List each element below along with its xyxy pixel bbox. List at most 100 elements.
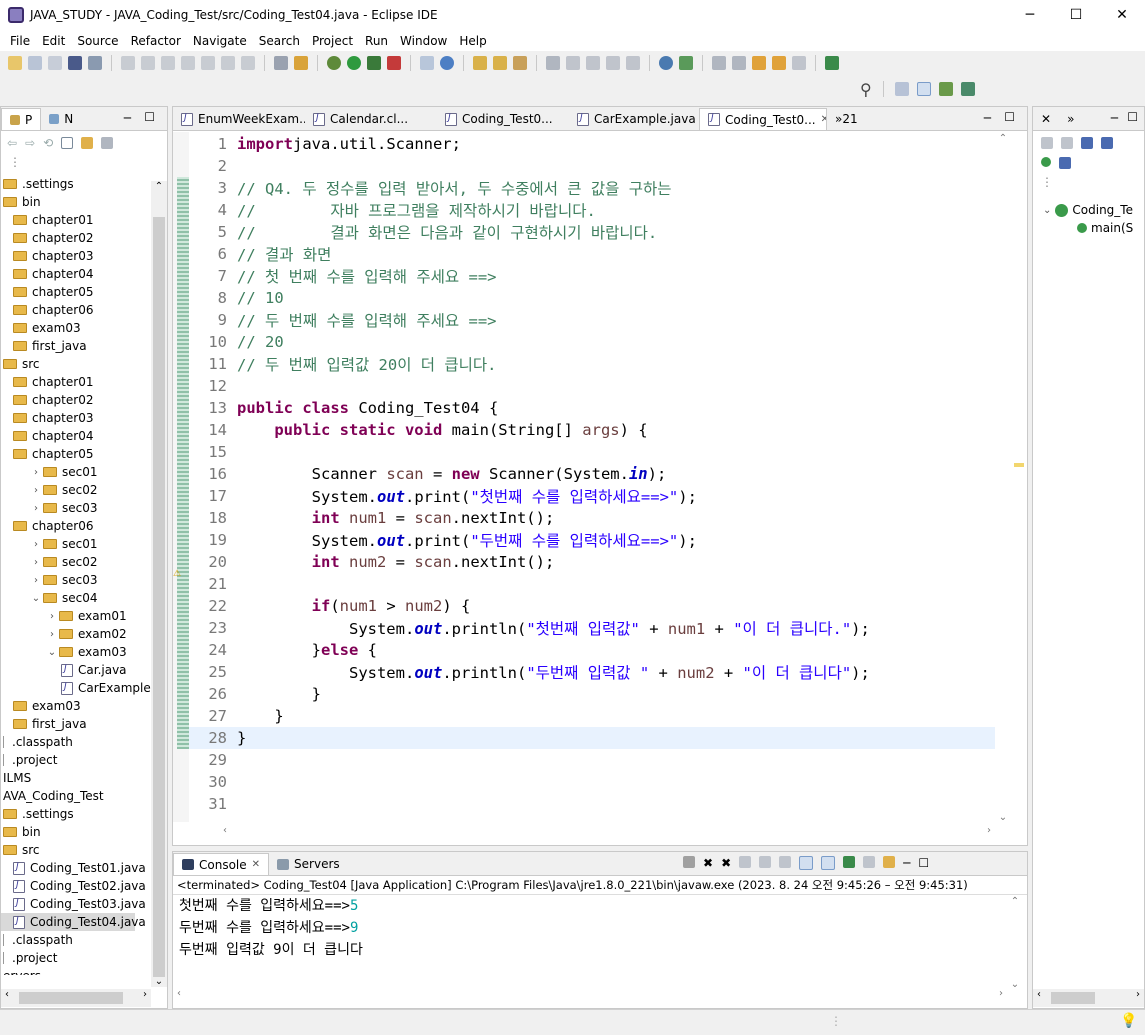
code-line[interactable]: 30 — [189, 771, 995, 793]
code-line[interactable]: 17 System.out.print("첫번째 수를 입력하세요==>"); — [189, 485, 995, 507]
git-perspective-icon[interactable] — [960, 82, 975, 96]
show-stderr-icon[interactable] — [821, 856, 836, 870]
tree-item[interactable]: ervers — [1, 967, 41, 975]
code-line[interactable]: 2 — [189, 155, 995, 177]
code-line[interactable]: 13 public class Coding_Test04 { — [189, 397, 995, 419]
pin-console-icon[interactable] — [843, 856, 856, 868]
code-line[interactable]: 20 int num2 = scan.nextInt(); — [189, 551, 995, 573]
code-line[interactable]: 23 System.out.println("첫번째 입력값" + num1 +… — [189, 617, 995, 639]
hide-nonpublic-icon[interactable] — [1041, 157, 1051, 167]
menu-search[interactable]: Search — [253, 34, 306, 48]
tab-editor-file[interactable]: CarExample.java — [569, 108, 699, 130]
java-perspective-icon[interactable] — [916, 82, 931, 96]
code-line[interactable]: 3 // Q4. 두 정수를 입력 받아서, 두 수중에서 큰 값을 구하는 — [189, 177, 995, 199]
tree-item[interactable]: Coding_Test01.java — [1, 859, 146, 877]
tree-item[interactable]: ILMS — [1, 769, 31, 787]
tree-item[interactable]: › sec03 — [1, 571, 98, 589]
tab-editor-file[interactable]: Calendar.cl... — [305, 108, 437, 130]
tree-item[interactable]: › sec02 — [1, 553, 98, 571]
code-line[interactable]: 4 // 자바 프로그램을 제작하시기 바랍니다. — [189, 199, 995, 221]
hide-local-types-icon[interactable] — [1059, 157, 1071, 169]
tree-item[interactable]: exam03 — [1, 319, 81, 337]
disconnect-icon[interactable] — [181, 56, 195, 70]
forward-icon[interactable]: ⇨ — [25, 136, 35, 150]
tree-item[interactable]: chapter01 — [1, 211, 93, 229]
new-java-project-icon[interactable] — [420, 56, 434, 70]
prev-annotation-icon[interactable] — [732, 56, 746, 70]
tab-overflow[interactable]: » — [1059, 108, 1082, 130]
tab-package-explorer[interactable]: P — [1, 108, 42, 130]
collapse-all-icon[interactable] — [61, 137, 74, 149]
marker-icon[interactable] — [566, 56, 580, 70]
editor-hscrollbar[interactable]: ‹ › — [189, 825, 995, 843]
caret-down-icon[interactable]: ⌄ — [29, 593, 43, 604]
caret-right-icon[interactable]: › — [45, 611, 59, 622]
terminal-icon[interactable] — [68, 56, 82, 70]
run-icon[interactable] — [347, 56, 361, 70]
menu-refactor[interactable]: Refactor — [125, 34, 187, 48]
refresh-icon[interactable] — [679, 56, 693, 70]
minimize-button[interactable]: ─ — [1007, 0, 1053, 30]
code-line[interactable]: 15 — [189, 441, 995, 463]
step-over-icon[interactable] — [221, 56, 235, 70]
explorer-scrollbar[interactable]: ⌃ ⌄ — [151, 181, 167, 987]
code-line[interactable]: 11 // 두 번째 입력값 20이 더 큽니다. — [189, 353, 995, 375]
view-menu-icon[interactable] — [101, 137, 114, 149]
code-line[interactable]: 31 — [189, 793, 995, 815]
code-line[interactable]: 6 // 결과 화면 — [189, 243, 995, 265]
code-line[interactable]: 7 // 첫 번째 수를 입력해 주세요 ==> — [189, 265, 995, 287]
code-line[interactable]: 8 // 10 — [189, 287, 995, 309]
block-selection-icon[interactable] — [606, 56, 620, 70]
caret-right-icon[interactable]: › — [29, 503, 43, 514]
tree-item[interactable]: chapter01 — [1, 373, 93, 391]
forward-arrow-icon[interactable] — [792, 56, 806, 70]
warning-icon[interactable]: ⚠ — [173, 569, 181, 579]
tree-item[interactable]: Coding_Test04.java — [1, 913, 146, 931]
tree-item[interactable]: src — [1, 355, 40, 373]
show-stdout-icon[interactable] — [799, 856, 814, 870]
search-tool-icon[interactable] — [513, 56, 527, 70]
word-wrap-icon[interactable] — [779, 856, 792, 868]
tree-item[interactable]: .settings — [1, 175, 74, 193]
tab-servers[interactable]: Servers — [269, 853, 348, 875]
tree-item[interactable]: › sec01 — [1, 535, 98, 553]
code-line[interactable]: 24 }else { — [189, 639, 995, 661]
caret-right-icon[interactable]: › — [29, 485, 43, 496]
debug-icon[interactable] — [327, 56, 341, 70]
caret-down-icon[interactable]: ⌄ — [45, 647, 59, 658]
maximize-button[interactable]: ☐ — [1053, 0, 1099, 30]
back-icon[interactable]: ⇦ — [7, 136, 17, 150]
menu-project[interactable]: Project — [306, 34, 359, 48]
code-line[interactable]: 12 — [189, 375, 995, 397]
tree-item[interactable]: .project — [1, 949, 57, 967]
maximize-editor-icon[interactable]: ☐ — [1004, 110, 1015, 124]
minimize-view-icon[interactable]: ─ — [124, 111, 131, 125]
code-line[interactable]: 21 — [189, 573, 995, 595]
tree-item[interactable]: exam03 — [1, 697, 81, 715]
tree-item[interactable]: ⌄ sec04 — [1, 589, 98, 607]
console-output[interactable]: 첫번째 수를 입력하세요==>5 두번째 수를 입력하세요==>9 두번째 입력값 … — [173, 894, 1027, 961]
outline-method-node[interactable]: main(S — [1077, 221, 1133, 235]
console-hscrollbar[interactable]: ‹ › — [173, 988, 1007, 1006]
hscroll-thumb[interactable] — [1051, 992, 1095, 1004]
word-wrap-icon[interactable] — [294, 56, 308, 70]
view-menu-dots-icon[interactable]: ⋮ — [1033, 175, 1144, 195]
open-type-icon[interactable] — [473, 56, 487, 70]
code-line[interactable]: 19 System.out.print("두번째 수를 입력하세요==>"); — [189, 529, 995, 551]
pin-editor-icon[interactable] — [825, 56, 839, 70]
code-line[interactable]: 14 public static void main(String[] args… — [189, 419, 995, 441]
tree-item[interactable]: › exam01 — [1, 607, 127, 625]
tab-editor-file[interactable]: Coding_Test0...✕ — [699, 108, 827, 130]
hide-static-icon[interactable] — [1101, 137, 1113, 149]
close-icon[interactable]: ✕ — [1041, 112, 1051, 126]
maximize-view-icon[interactable]: ☐ — [1127, 110, 1138, 124]
tree-item[interactable]: chapter02 — [1, 391, 93, 409]
code-line[interactable]: 22 if(num1 > num2) { — [189, 595, 995, 617]
minimize-console-icon[interactable]: ─ — [903, 856, 910, 870]
menu-source[interactable]: Source — [71, 34, 124, 48]
open-task-icon[interactable] — [493, 56, 507, 70]
hscroll-thumb[interactable] — [19, 992, 123, 1004]
tree-item[interactable]: first_java — [1, 337, 87, 355]
tree-item[interactable]: Car.java — [1, 661, 127, 679]
search-icon[interactable]: ⚲ — [860, 80, 872, 99]
